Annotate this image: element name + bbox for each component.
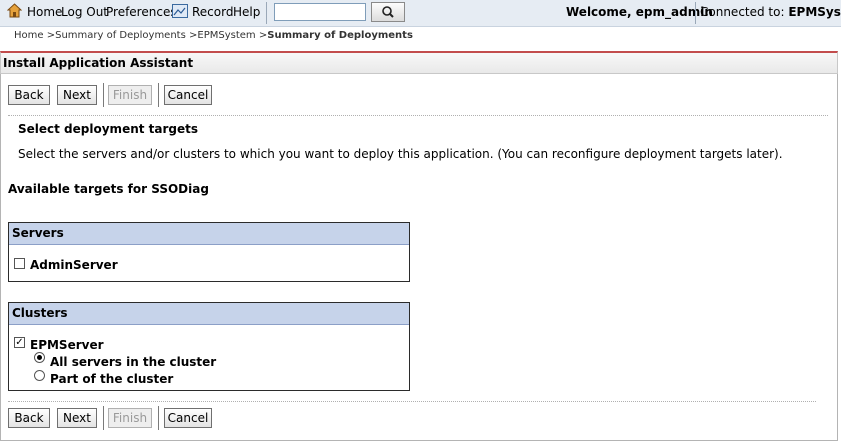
all-servers-label: All servers in the cluster — [50, 355, 217, 369]
cancel-button[interactable]: Cancel — [164, 85, 212, 105]
next-button-bottom[interactable]: Next — [57, 408, 97, 428]
breadcrumb-current: Summary of Deployments — [267, 30, 413, 41]
connected-status: Connected to: EPMSystem — [700, 5, 841, 19]
finish-button-bottom: Finish — [108, 408, 152, 428]
welcome-text: Welcome, epm_admin — [566, 5, 713, 19]
toolbar-divider — [266, 2, 267, 24]
adminserver-checkbox[interactable] — [14, 258, 25, 269]
breadcrumb-separator: > — [258, 30, 268, 41]
toolbar-divider — [695, 2, 696, 24]
button-divider — [103, 406, 104, 430]
record-link[interactable]: Record — [192, 5, 233, 19]
home-icon[interactable] — [7, 3, 22, 18]
search-button[interactable] — [371, 2, 405, 22]
adminserver-label: AdminServer — [30, 258, 118, 272]
epmserver-checkbox[interactable]: ✓ — [14, 337, 25, 348]
finish-button: Finish — [108, 85, 152, 105]
preferences-link[interactable]: Preferences — [106, 5, 177, 19]
back-button-bottom[interactable]: Back — [8, 408, 50, 428]
logout-link[interactable]: Log Out — [61, 5, 108, 19]
clusters-header: Clusters — [9, 303, 409, 325]
servers-header: Servers — [9, 223, 409, 245]
divider — [8, 401, 816, 402]
button-divider — [158, 83, 159, 107]
epmserver-label: EPMServer — [30, 338, 104, 352]
part-of-cluster-label: Part of the cluster — [50, 372, 174, 386]
connected-label: Connected to: — [700, 5, 785, 19]
servers-box: Servers — [8, 222, 410, 282]
available-targets-heading: Available targets for SSODiag — [8, 182, 209, 196]
breadcrumb-summary[interactable]: Summary of Deployments — [55, 30, 186, 41]
cancel-button-bottom[interactable]: Cancel — [164, 408, 212, 428]
search-input[interactable] — [274, 3, 366, 21]
breadcrumb-home[interactable]: Home — [14, 30, 44, 41]
breadcrumb: Home >Summary of Deployments >EPMSystem … — [14, 30, 413, 41]
record-icon[interactable] — [172, 4, 188, 18]
help-link[interactable]: Help — [233, 5, 260, 19]
all-servers-radio[interactable] — [34, 352, 45, 363]
section-title: Select deployment targets — [18, 122, 199, 136]
search-icon — [382, 6, 394, 18]
home-link[interactable]: Home — [27, 5, 62, 19]
part-of-cluster-radio[interactable] — [34, 370, 45, 381]
breadcrumb-separator: > — [46, 30, 56, 41]
divider — [8, 115, 828, 116]
button-divider — [103, 83, 104, 107]
page-title: Install Application Assistant — [3, 56, 194, 70]
section-description: Select the servers and/or clusters to wh… — [18, 147, 783, 161]
connected-target: EPMSystem — [788, 5, 841, 19]
button-divider — [158, 406, 159, 430]
back-button[interactable]: Back — [8, 85, 50, 105]
next-button[interactable]: Next — [57, 85, 97, 105]
breadcrumb-epmsystem[interactable]: EPMSystem — [197, 30, 255, 41]
